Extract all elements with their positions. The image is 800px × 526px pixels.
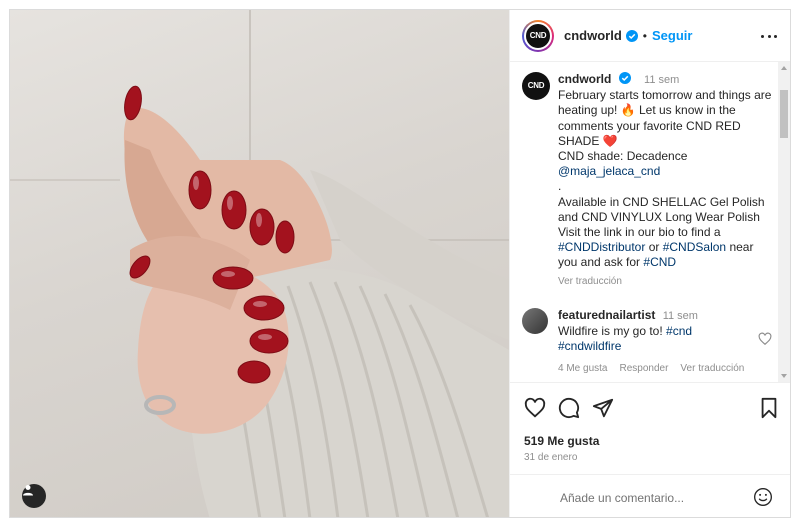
caption-line: CND shade: Decadence (558, 149, 688, 164)
comment-text: Wildfire is my go to! (558, 324, 663, 339)
more-options-button[interactable] (761, 28, 777, 44)
commenter-username[interactable]: featurednailartist (558, 308, 655, 322)
caption-username[interactable]: cndworld (558, 72, 611, 86)
post-date[interactable]: 31 de enero (524, 452, 577, 463)
caption-line: Visit the link in our bio to find a (558, 225, 721, 240)
post-photo[interactable] (10, 10, 509, 517)
scroll-up-arrow[interactable] (781, 66, 787, 70)
comments-list[interactable]: CND cndworld 11 sem February starts tomo… (510, 62, 790, 382)
follow-button[interactable]: Seguir (652, 28, 692, 43)
post-actions: 519 Me gusta 31 de enero (510, 382, 790, 474)
comments-scrollbar[interactable] (778, 62, 790, 382)
caption-line: . (558, 179, 562, 194)
hashtag-link[interactable]: #CND (643, 255, 676, 269)
comment-time[interactable]: 11 sem (663, 310, 698, 322)
caption-mention-link[interactable]: @maja_jelaca_cnd (558, 164, 772, 179)
heart-icon[interactable] (524, 397, 546, 419)
verified-icon (618, 72, 631, 84)
post-caption: CND cndworld 11 sem February starts tomo… (522, 72, 772, 289)
post-header: CND cndworld • Seguir (510, 10, 790, 62)
nails-photo-illustration (10, 10, 509, 517)
comment-input[interactable] (560, 488, 740, 508)
caption-avatar[interactable]: CND (522, 72, 550, 100)
comment-see-translation[interactable]: Ver traducción (680, 361, 744, 376)
scrollbar-thumb[interactable] (780, 90, 788, 138)
verified-icon (625, 29, 638, 42)
comment-meta: 4 Me gusta Responder Ver traducción (558, 361, 772, 376)
author-avatar[interactable]: CND (522, 19, 554, 52)
comment-item: featurednailartist 11 sem Wildfire is my… (522, 308, 772, 376)
comment-icon[interactable] (558, 397, 580, 419)
user-tag-icon (23, 485, 33, 496)
author-username[interactable]: cndworld (564, 28, 622, 43)
avatar-logo-text: CND (524, 21, 552, 50)
caption-time[interactable]: 11 sem (644, 74, 679, 86)
hashtag-link[interactable]: #CNDDistributor (558, 240, 645, 254)
emoji-icon[interactable] (753, 487, 773, 507)
hashtag-link[interactable]: #CNDSalon (663, 240, 726, 254)
reply-button[interactable]: Responder (619, 361, 668, 376)
caption-see-translation[interactable]: Ver traducción (558, 274, 772, 289)
comment-like-heart-icon[interactable] (758, 332, 772, 346)
post-modal: CND cndworld • Seguir CND cndworld 11 se… (9, 9, 791, 518)
post-side-panel: CND cndworld • Seguir CND cndworld 11 se… (509, 10, 790, 517)
header-separator: • (642, 28, 647, 43)
commenter-avatar[interactable] (522, 308, 548, 334)
share-icon[interactable] (592, 397, 614, 419)
user-tag-button[interactable] (22, 484, 46, 508)
scroll-down-arrow[interactable] (781, 374, 787, 378)
comment-likes[interactable]: 4 Me gusta (558, 361, 607, 376)
like-count[interactable]: 519 Me gusta (524, 434, 599, 448)
bookmark-icon[interactable] (759, 397, 779, 419)
caption-line: February starts tomorrow and things are … (558, 88, 772, 148)
more-icon (761, 34, 764, 38)
caption-line: Available in CND SHELLAC Gel Polish and … (558, 194, 765, 224)
hashtag-link[interactable]: #cndwildfire (558, 339, 772, 354)
hashtag-link[interactable]: #cnd (666, 324, 692, 338)
add-comment-bar (510, 474, 790, 517)
